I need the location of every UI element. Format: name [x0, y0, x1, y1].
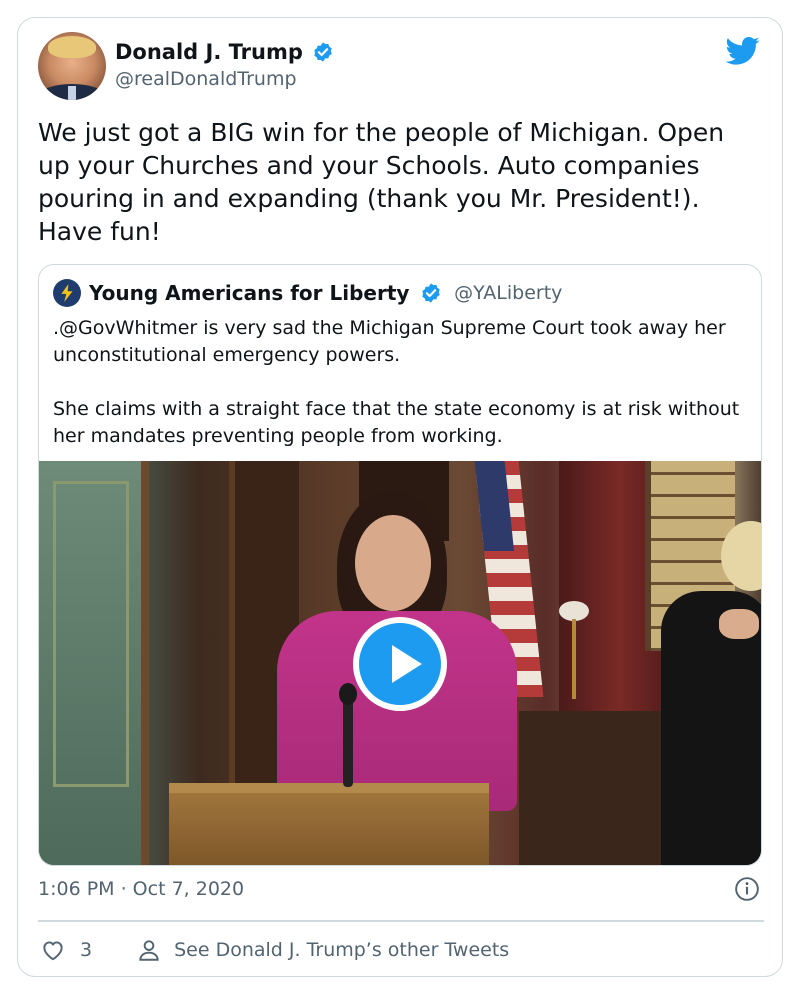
- video-sign-interpreter: [661, 521, 761, 865]
- see-other-tweets-label: See Donald J. Trump’s other Tweets: [174, 939, 510, 961]
- tweet-timestamp[interactable]: 1:06 PM · Oct 7, 2020: [38, 878, 244, 900]
- tweet-text: We just got a BIG win for the people of …: [38, 118, 725, 246]
- quoted-author-name[interactable]: Young Americans for Liberty: [89, 281, 409, 305]
- like-button[interactable]: 3: [40, 937, 92, 963]
- video-microphone: [339, 683, 357, 787]
- footer-divider: [38, 920, 764, 922]
- quoted-tweet-text: .@GovWhitmer is very sad the Michigan Su…: [53, 315, 743, 450]
- like-count: 3: [80, 939, 93, 961]
- author-name-row: Donald J. Trump: [115, 40, 334, 64]
- video-lamp-pole: [572, 619, 576, 699]
- play-button-icon[interactable]: [353, 617, 447, 711]
- quoted-verified-badge-icon: [422, 282, 440, 303]
- video-podium: [169, 783, 489, 865]
- interpreter-hand: [719, 609, 759, 639]
- video-thumbnail[interactable]: [39, 461, 761, 865]
- embedded-tweet-card: Donald J. Trump @realDonaldTrump We just…: [17, 17, 783, 977]
- twitter-bird-icon[interactable]: [726, 36, 760, 66]
- speaker-face: [355, 515, 431, 611]
- info-icon[interactable]: [734, 876, 760, 902]
- interpreter-head: [721, 521, 761, 591]
- quoted-tweet[interactable]: Young Americans for Liberty @YALiberty .…: [38, 264, 762, 866]
- tweet-actions: 3 See Donald J. Trump’s other Tweets: [40, 932, 509, 968]
- avatar-tie: [68, 86, 76, 100]
- quoted-author-avatar[interactable]: [53, 279, 81, 307]
- person-icon: [139, 940, 159, 961]
- quoted-author-row: Young Americans for Liberty @YALiberty: [89, 279, 562, 305]
- verified-badge-icon: [314, 42, 332, 62]
- author-handle[interactable]: @realDonaldTrump: [115, 68, 297, 90]
- quoted-author-handle[interactable]: @YALiberty: [454, 282, 562, 304]
- author-avatar[interactable]: [38, 32, 106, 100]
- video-wall-panel: [39, 461, 149, 865]
- heart-icon: [43, 941, 63, 961]
- video-lamp: [559, 601, 589, 621]
- quoted-paragraph: She claims with a straight face that the…: [53, 398, 740, 447]
- quoted-paragraph: .@GovWhitmer is very sad the Michigan Su…: [53, 317, 726, 366]
- see-other-tweets-link[interactable]: See Donald J. Trump’s other Tweets: [136, 937, 509, 963]
- author-name[interactable]: Donald J. Trump: [115, 40, 303, 64]
- avatar-hair: [48, 36, 96, 58]
